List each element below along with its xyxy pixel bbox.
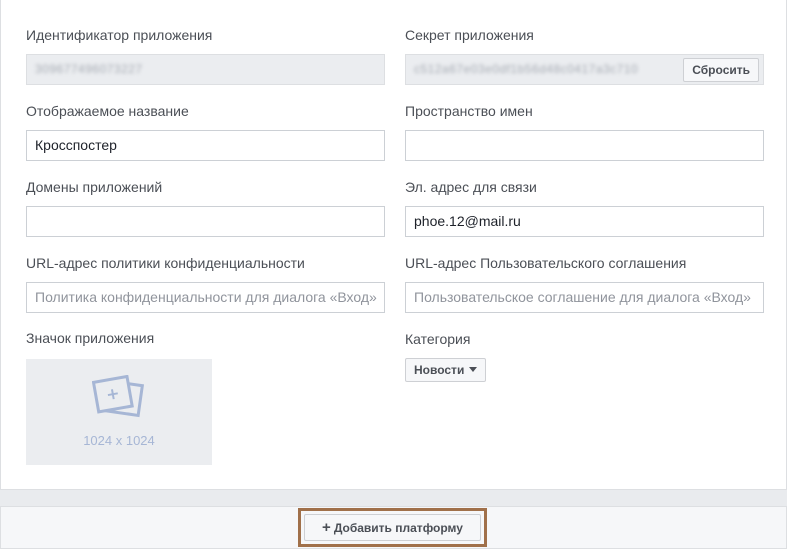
chevron-down-icon — [469, 367, 478, 373]
terms-url-label: URL-адрес Пользовательского соглашения — [405, 255, 687, 271]
app-icon-field: Значок приложения 1024 x 1024 — [26, 330, 385, 465]
app-icon-label: Значок приложения — [26, 330, 155, 346]
plus-icon: + — [322, 519, 331, 536]
app-icon-upload[interactable]: 1024 x 1024 — [26, 359, 212, 465]
contact-email-label: Эл. адрес для связи — [405, 179, 537, 195]
photo-add-icon — [92, 375, 145, 418]
privacy-url-input[interactable]: Политика конфиденциальности для диалога … — [26, 282, 385, 313]
category-selected: Новости — [414, 363, 465, 377]
add-platform-label: Добавить платформу — [333, 521, 463, 535]
app-id-label: Идентификатор приложения — [26, 27, 213, 43]
add-platform-button[interactable]: + Добавить платформу — [304, 514, 481, 541]
privacy-url-label: URL-адрес политики конфиденциальности — [26, 255, 305, 271]
app-secret-label: Секрет приложения — [405, 27, 534, 43]
app-domains-label: Домены приложений — [26, 179, 163, 195]
app-secret-input: c512a67e03e0df1b56d48c0417a3c710 Сбросит… — [405, 54, 764, 85]
app-id-value: 309677496073227 — [35, 62, 143, 76]
reset-secret-button[interactable]: Сбросить — [683, 58, 759, 82]
category-dropdown[interactable]: Новости — [405, 358, 487, 382]
contact-email-field: Эл. адрес для связи phoe.12@mail.ru — [405, 179, 764, 237]
display-name-field: Отображаемое название Кросспостер — [26, 103, 385, 161]
app-settings-panel: Идентификатор приложения 309677496073227… — [0, 0, 787, 490]
contact-email-input[interactable]: phoe.12@mail.ru — [405, 206, 764, 237]
app-id-field: Идентификатор приложения 309677496073227 — [26, 27, 385, 85]
app-secret-value: c512a67e03e0df1b56d48c0417a3c710 — [414, 62, 639, 76]
app-domains-field: Домены приложений — [26, 179, 385, 237]
terms-url-field: URL-адрес Пользовательского соглашения П… — [405, 255, 764, 313]
app-secret-field: Секрет приложения c512a67e03e0df1b56d48c… — [405, 27, 764, 85]
display-name-input[interactable]: Кросспостер — [26, 130, 385, 161]
terms-url-input[interactable]: Пользовательское соглашение для диалога … — [405, 282, 764, 313]
category-field: Категория Новости — [405, 331, 764, 382]
app-id-input: 309677496073227 — [26, 54, 385, 85]
namespace-input[interactable] — [405, 130, 764, 161]
privacy-url-field: URL-адрес политики конфиденциальности По… — [26, 255, 385, 313]
namespace-label: Пространство имен — [405, 103, 533, 119]
icon-size-text: 1024 x 1024 — [83, 433, 155, 448]
category-label: Категория — [405, 331, 471, 347]
display-name-label: Отображаемое название — [26, 103, 189, 119]
namespace-field: Пространство имен — [405, 103, 764, 161]
app-domains-input[interactable] — [26, 206, 385, 237]
